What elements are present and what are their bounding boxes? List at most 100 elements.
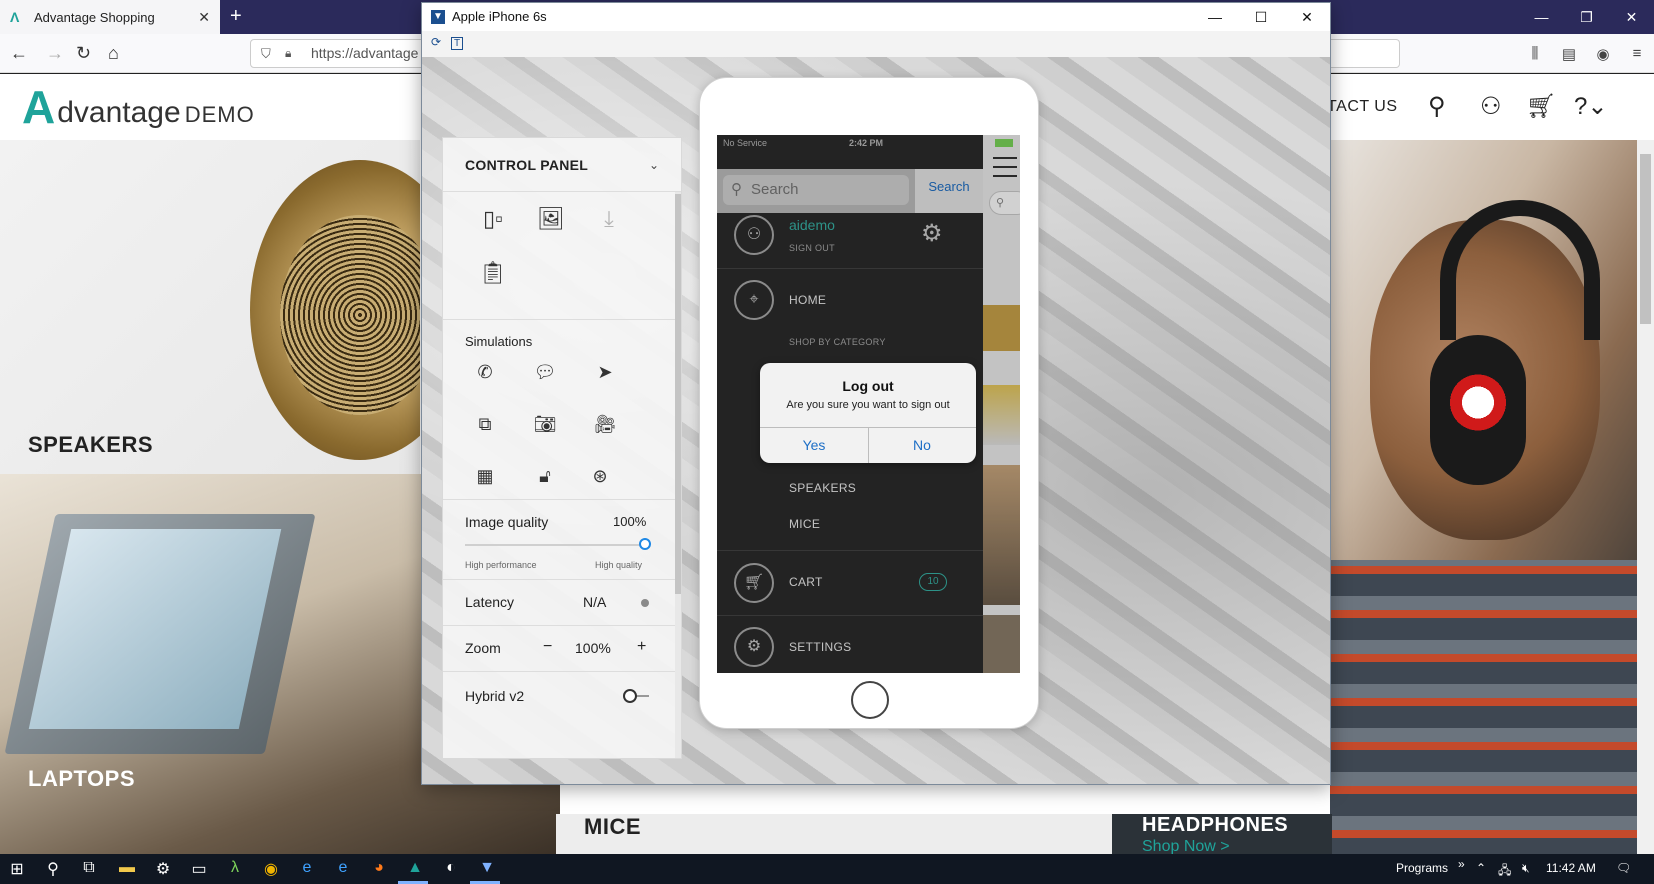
hybrid-toggle-knob[interactable] [623, 689, 637, 703]
simulations-title: Simulations [465, 334, 533, 349]
account-icon[interactable]: ◉ [1586, 45, 1620, 63]
control-panel-scrollbar-thumb[interactable] [675, 194, 681, 594]
phone-screen[interactable]: ⚲ Search Search ⚇ aidemo SIGN OUT ⚙ ⌖ HO… [717, 135, 1020, 673]
emulator-minimize-icon[interactable]: — [1192, 3, 1238, 31]
image-quality-slider[interactable] [465, 544, 645, 546]
zoom-out-button[interactable]: − [543, 638, 552, 656]
game-controller-icon[interactable]: ◐ [440, 859, 462, 877]
sms-icon[interactable]: 💬︎ [528, 362, 562, 383]
cart-icon[interactable]: 🛒︎ [1526, 92, 1556, 121]
chevron-down-icon[interactable]: ⌄ [649, 158, 659, 172]
new-tab-button[interactable]: + [230, 5, 242, 28]
emulator-close-icon[interactable]: ✕ [1284, 3, 1330, 31]
browser-toolbar-right: ⫼ ▤ ◉ ≡ [1518, 34, 1654, 73]
back-icon[interactable]: ← [10, 43, 28, 64]
latency-status-dot [641, 599, 649, 607]
menu-icon[interactable]: ≡ [1620, 45, 1654, 62]
home-icon[interactable]: ⌂ [108, 43, 119, 64]
help-icon[interactable]: ?⌄ [1574, 92, 1607, 121]
refresh-session-icon[interactable]: ⟳ [431, 35, 441, 49]
task-view-icon[interactable]: ⧉ [78, 859, 100, 877]
text-tool-icon[interactable]: T [451, 37, 464, 50]
page-scrollbar[interactable] [1637, 140, 1654, 854]
close-icon[interactable]: ✕ [1609, 0, 1654, 34]
zoom-in-button[interactable]: + [637, 638, 646, 656]
emulator-maximize-icon[interactable]: ☐ [1238, 3, 1284, 31]
image-quality-slider-knob[interactable] [639, 538, 651, 550]
page-scrollbar-thumb[interactable] [1640, 154, 1651, 324]
home-button[interactable] [851, 681, 889, 719]
control-panel-scrollbar[interactable] [675, 192, 681, 758]
shield-icon[interactable]: ⛉ [261, 40, 271, 67]
app-switch-icon[interactable]: ⧉ [468, 414, 502, 435]
fingerprint-unlock-icon[interactable]: 🔓︎ [528, 466, 562, 487]
reload-icon[interactable]: ↻ [76, 43, 91, 64]
headphone-band [1440, 200, 1600, 340]
beats-logo-icon [1430, 335, 1526, 485]
programs-chevron[interactable]: » [1458, 857, 1465, 871]
forward-icon[interactable]: → [46, 43, 64, 64]
dialog-title: Log out [842, 378, 894, 394]
file-explorer-icon[interactable]: ▬ [116, 859, 138, 877]
lambda-app-icon[interactable]: λ [224, 859, 246, 877]
screenshot-icon[interactable]: 🖼︎ [534, 206, 568, 232]
search-icon[interactable]: ⚲ [42, 859, 64, 879]
image-quality-value: 100% [613, 514, 647, 529]
dialog-yes-button[interactable]: Yes [760, 427, 868, 463]
slider-max-caption: High quality [595, 560, 643, 570]
advantage-favicon-icon: Λ [10, 9, 20, 25]
windows-start-icon[interactable]: ⊞ [6, 859, 28, 879]
firefox-icon[interactable]: ◕ [368, 859, 390, 877]
hybrid-label: Hybrid v2 [465, 688, 525, 704]
advantage-app-icon[interactable]: ▲ [404, 859, 426, 877]
browser-tab[interactable]: Λ Advantage Shopping ✕ [0, 0, 220, 34]
settings-app-icon[interactable]: ⚙ [152, 859, 174, 879]
video-camera-icon[interactable]: 🎥︎ [588, 414, 622, 435]
internet-explorer-icon[interactable]: e [296, 859, 318, 877]
headphones-hero-image[interactable] [1330, 140, 1654, 854]
network-icon[interactable]: ⊛ [583, 466, 617, 487]
terminal-icon[interactable]: ▭ [188, 859, 210, 879]
logo-demo: DEMO [184, 102, 255, 127]
camera-icon[interactable]: 📷︎ [528, 414, 562, 435]
programs-label[interactable]: Programs [1396, 861, 1448, 875]
chrome-icon[interactable]: ◉ [260, 859, 282, 879]
speakers-tile[interactable]: SPEAKERS [0, 140, 420, 485]
emulator-window-controls: — ☐ ✕ [1192, 3, 1330, 31]
user-icon[interactable]: ⚇ [1480, 92, 1502, 121]
location-icon[interactable]: ➤ [588, 362, 622, 383]
iphone-frame: ⚲ Search Search ⚇ aidemo SIGN OUT ⚙ ⌖ HO… [699, 77, 1039, 729]
control-panel-header[interactable]: CONTROL PANEL ⌄ [443, 138, 681, 192]
hybrid-row: Hybrid v2 [443, 672, 681, 718]
latency-row: Latency N/A [443, 580, 681, 626]
url-text: https://advantage [311, 45, 419, 61]
headphones-tile[interactable]: HEADPHONES Shop Now > [1112, 814, 1332, 854]
site-logo[interactable]: A dvantage DEMO [22, 84, 255, 130]
zoom-value: 100% [575, 640, 611, 656]
clipboard-text-icon[interactable]: 📋︎ [476, 260, 510, 286]
close-tab-icon[interactable]: ✕ [198, 9, 210, 26]
restore-icon[interactable]: ❐ [1564, 0, 1609, 34]
edge-icon[interactable]: e [332, 859, 354, 877]
shop-now-link[interactable]: Shop Now > [1142, 838, 1230, 854]
tray-expand-icon[interactable]: ⌃ [1476, 861, 1486, 875]
library-icon[interactable]: ⫼ [1518, 45, 1552, 62]
qr-code-icon[interactable]: ▦ [468, 466, 502, 487]
mice-tile[interactable]: MICE [556, 814, 1112, 854]
phone-call-icon[interactable]: ✆ [468, 362, 502, 383]
rotate-device-icon[interactable]: ▯▫ [476, 206, 510, 232]
lock-icon[interactable]: 🔒︎ [285, 40, 291, 67]
dialog-no-button[interactable]: No [868, 427, 976, 463]
dialog-message: Are you sure you want to sign out [786, 399, 950, 411]
hybrid-toggle[interactable] [623, 689, 649, 703]
network-tray-icon[interactable]: 🖧︎ [1498, 861, 1511, 882]
search-icon[interactable]: ⚲ [1428, 92, 1446, 121]
sidebar-icon[interactable]: ▤ [1552, 45, 1586, 63]
clock[interactable]: 11:42 AM [1546, 861, 1596, 875]
tab-title: Advantage Shopping [34, 9, 155, 25]
emulator-app-icon[interactable]: ▼ [476, 859, 498, 877]
emulator-app-icon: ▼ [431, 10, 445, 24]
minimize-icon[interactable]: — [1519, 0, 1564, 34]
notifications-icon[interactable]: 🗨︎ [1616, 861, 1631, 875]
volume-muted-icon[interactable]: 🔇︎ [1522, 861, 1530, 876]
